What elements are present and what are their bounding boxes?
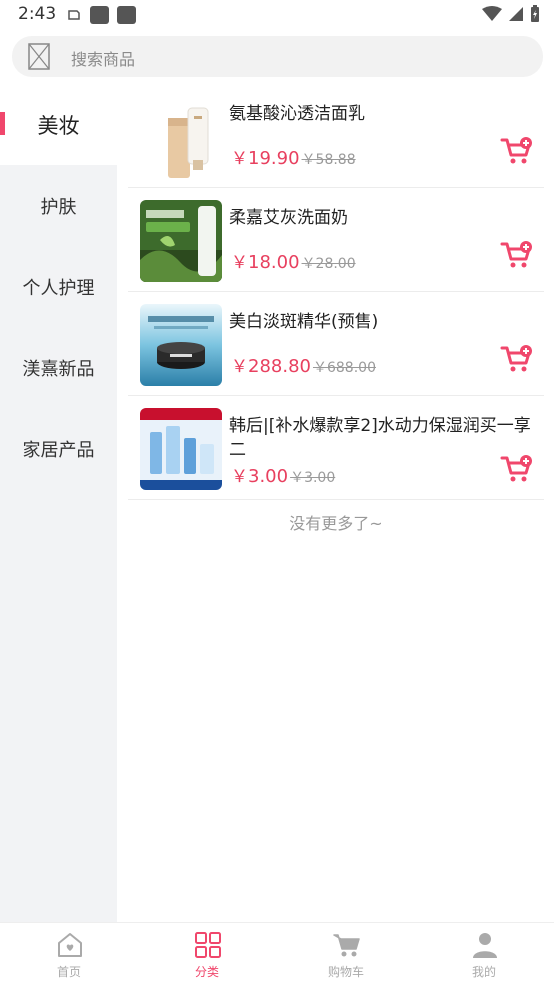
status-system-icons (482, 5, 540, 23)
tab-category[interactable]: 分类 (138, 923, 276, 984)
sidebar-item-label: 护肤 (40, 196, 77, 218)
price-currency: ￥ (231, 357, 248, 377)
tab-cart[interactable]: 购物车 (277, 923, 415, 984)
product-name: 韩后|[补水爆款享2]水动力保湿润买一享二 (229, 416, 531, 460)
product-item[interactable]: 美白淡斑精华(预售) ￥ 288.80 ￥688.00 (128, 292, 544, 396)
cart-icon (333, 934, 360, 957)
tab-mine[interactable]: 我的 (415, 923, 553, 984)
product-name: 美白淡斑精华(预售) (229, 312, 379, 332)
tab-label: 首页 (56, 965, 81, 979)
app-notification-icon (117, 6, 136, 24)
product-item[interactable]: 韩后|[补水爆款享2]水动力保湿润买一享二 ￥ 3.00 ￥3.00 (128, 396, 544, 500)
sidebar-item-label: 家居产品 (22, 439, 95, 461)
product-image[interactable] (140, 96, 222, 178)
product-image[interactable] (140, 200, 222, 282)
tab-label: 购物车 (327, 965, 364, 979)
search-bar[interactable]: 搜索商品 (12, 36, 543, 77)
sidebar-item-label: 美妆 (37, 113, 80, 138)
price-original: ￥688.00 (312, 360, 376, 376)
add-to-cart-icon[interactable] (500, 136, 532, 166)
price-original: ￥28.00 (301, 256, 356, 272)
price-currency: ￥ (231, 253, 248, 273)
sidebar-item-makeup[interactable]: 美妆 (0, 84, 117, 165)
price-currency: ￥ (231, 467, 248, 487)
category-icon (195, 932, 221, 958)
home-icon (58, 933, 82, 957)
price-current: 288.80 (248, 356, 311, 377)
product-name: 柔嘉艾灰洗面奶 (229, 208, 348, 228)
sidebar-item-label: 个人护理 (22, 277, 95, 299)
status-bar: 2:43 (0, 0, 554, 30)
product-name: 氨基酸沁透洁面乳 (229, 104, 365, 124)
price-current: 3.00 (248, 466, 289, 487)
category-sidebar: 美妆 护肤 个人护理 渼熹新品 家居产品 (0, 84, 117, 922)
sidebar-item-home-products[interactable]: 家居产品 (0, 408, 117, 489)
add-to-cart-icon[interactable] (500, 454, 532, 484)
product-price: ￥ 288.80 ￥688.00 (231, 352, 376, 377)
product-price: ￥ 19.90 ￥58.88 (231, 144, 356, 169)
status-notifications (66, 6, 136, 24)
product-price: ￥ 3.00 ￥3.00 (231, 462, 335, 487)
product-image[interactable] (140, 304, 222, 386)
tab-home[interactable]: 首页 (0, 923, 138, 984)
user-icon (473, 933, 497, 958)
price-original: ￥3.00 (290, 470, 336, 486)
sidebar-item-personal-care[interactable]: 个人护理 (0, 246, 117, 327)
product-item[interactable]: 柔嘉艾灰洗面奶 ￥ 18.00 ￥28.00 (128, 188, 544, 292)
list-end-text: 没有更多了~ (289, 514, 383, 533)
search-placeholder[interactable]: 搜索商品 (71, 46, 135, 70)
product-item[interactable]: 氨基酸沁透洁面乳 ￥ 19.90 ￥58.88 (128, 84, 544, 188)
product-image[interactable] (140, 408, 222, 490)
price-original: ￥58.88 (301, 152, 356, 168)
tab-label: 我的 (471, 965, 496, 979)
sidebar-item-new-products[interactable]: 渼熹新品 (0, 327, 117, 408)
category-page: 2:43 搜索商品 美妆 护肤 个人护理 渼熹新品 家居产品 氨基酸沁透洁面乳 … (0, 0, 554, 984)
sidebar-item-skincare[interactable]: 护肤 (0, 165, 117, 246)
status-time: 2:43 (18, 4, 57, 24)
add-to-cart-icon[interactable] (500, 240, 532, 270)
sidebar-item-label: 渼熹新品 (22, 358, 95, 380)
price-current: 19.90 (248, 148, 300, 169)
price-current: 18.00 (248, 252, 300, 273)
bottom-tab-bar: 首页 分类 购物车 我的 (0, 922, 554, 984)
add-to-cart-icon[interactable] (500, 344, 532, 374)
product-price: ￥ 18.00 ￥28.00 (231, 248, 356, 273)
app-notification-icon (90, 6, 109, 24)
battery-icon (531, 5, 539, 22)
tab-label: 分类 (194, 965, 219, 979)
wifi-icon (482, 6, 502, 21)
signal-icon (509, 7, 523, 21)
price-currency: ￥ (231, 149, 248, 169)
image-placeholder-icon (28, 43, 50, 70)
notification-icon (68, 10, 80, 20)
